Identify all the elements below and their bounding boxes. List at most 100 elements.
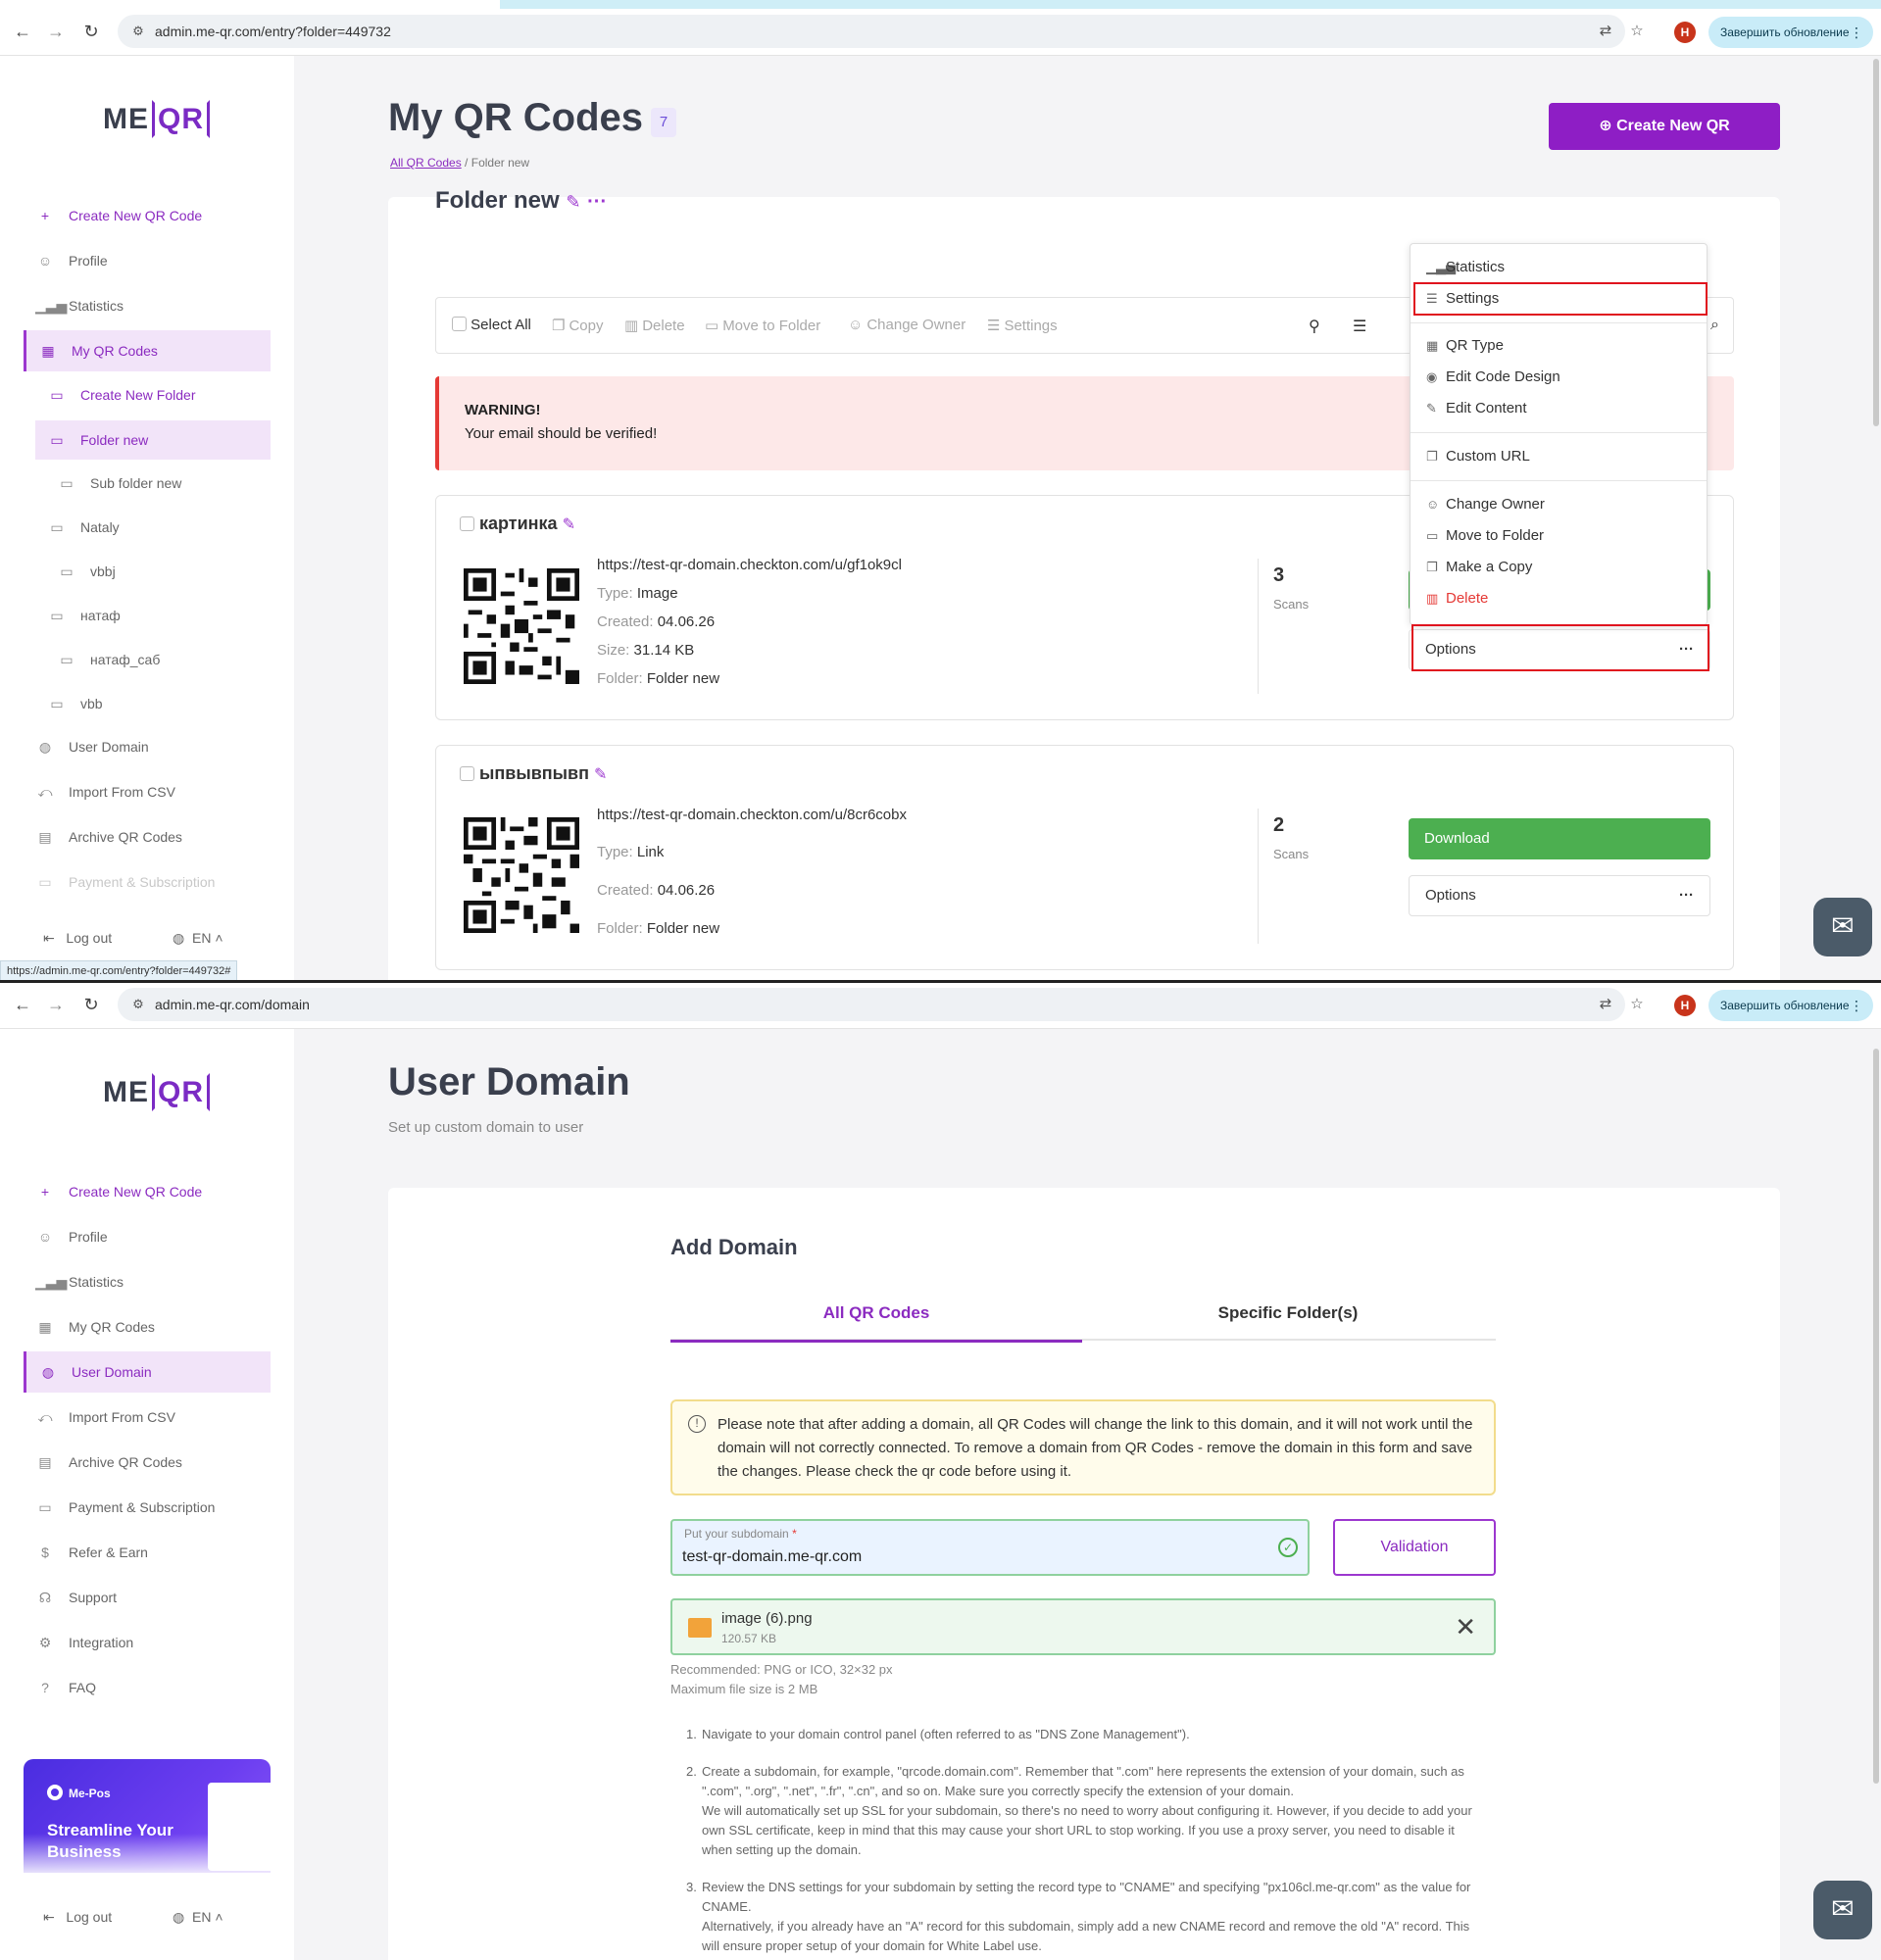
qr-url[interactable]: https://test-qr-domain.checkton.com/u/gf…: [597, 557, 902, 573]
sidebar-item-statistics[interactable]: ▁▃▅ Statistics: [24, 1261, 271, 1302]
more-dots-icon[interactable]: ···: [587, 191, 607, 213]
sidebar-item-payment[interactable]: ▭ Payment & Subscription: [24, 861, 271, 903]
sidebar: ME QR + Create New QR Code ☺ Profile ▁▃▅ Sta…: [0, 1029, 294, 1960]
menu-item-edit-content[interactable]: ✎ Edit Content: [1426, 397, 1527, 420]
user-domain-window: ← → ↻ ⚙ admin.me-qr.com/domain ⇄ ☆ H Зав…: [0, 982, 1881, 1960]
menu-item-make-copy[interactable]: ❐ Make a Copy: [1426, 556, 1532, 579]
update-browser-button[interactable]: Завершить обновление ⋮: [1708, 17, 1873, 48]
me-qr-logo[interactable]: ME QR: [103, 100, 210, 138]
language-selector[interactable]: ◍ EN ˄: [173, 1909, 223, 1926]
subdomain-input[interactable]: [682, 1546, 1231, 1568]
page-scrollbar[interactable]: [1873, 59, 1879, 426]
sidebar-folder-natadf-sab[interactable]: ▭ натаф_саб: [45, 640, 271, 679]
sidebar-item-user-domain[interactable]: ◍ User Domain: [24, 1351, 271, 1393]
site-info-icon[interactable]: ⚙: [129, 23, 147, 40]
sidebar-item-integration[interactable]: ⚙ Integration: [24, 1622, 271, 1663]
sidebar-item-archive[interactable]: ▤ Archive QR Codes: [24, 1442, 271, 1483]
menu-item-delete[interactable]: ▥ Delete: [1426, 587, 1488, 611]
sidebar-item-faq[interactable]: ? FAQ: [24, 1667, 271, 1708]
sidebar-item-refer[interactable]: $ Refer & Earn: [24, 1532, 271, 1573]
back-icon[interactable]: ←: [12, 994, 33, 1015]
mail-icon[interactable]: ✉: [1813, 898, 1872, 956]
edit-pencil-icon[interactable]: ✎: [594, 766, 607, 783]
page-scrollbar[interactable]: [1873, 1049, 1879, 1784]
sidebar-item-import-csv[interactable]: ⤺ Import From CSV: [24, 771, 271, 812]
site-info-icon[interactable]: ⚙: [129, 996, 147, 1013]
close-icon[interactable]: ✕: [1455, 1612, 1476, 1642]
sidebar-item-statistics[interactable]: ▁▃▅ Statistics: [24, 285, 271, 326]
folder-icon: ▭: [50, 432, 64, 448]
options-button[interactable]: Options ···: [1409, 875, 1710, 916]
qr-select-checkbox[interactable]: [460, 766, 474, 781]
sidebar-folder-new[interactable]: ▭ Folder new: [35, 420, 271, 460]
menu-item-change-owner[interactable]: ☺ Change Owner: [1426, 493, 1545, 516]
sidebar-create-folder[interactable]: ▭ Create New Folder: [35, 375, 271, 415]
user-swap-icon: ☺: [848, 317, 864, 333]
mail-icon[interactable]: ✉: [1813, 1881, 1872, 1939]
star-icon[interactable]: ☆: [1627, 22, 1647, 41]
sidebar-folder-nataly[interactable]: ▭ Nataly: [35, 508, 271, 547]
move-folder-action[interactable]: ▭ Move to Folder: [705, 317, 820, 334]
language-selector[interactable]: ◍ EN ˄: [173, 930, 223, 947]
sidebar-folder-natadf[interactable]: ▭ натаф: [35, 596, 271, 635]
sidebar-folder-vbb[interactable]: ▭ vbb: [35, 684, 271, 723]
tab-all-qr-codes[interactable]: All QR Codes: [670, 1294, 1082, 1343]
translate-icon[interactable]: ⇄: [1596, 22, 1615, 41]
forward-icon[interactable]: →: [45, 994, 67, 1015]
update-browser-button[interactable]: Завершить обновление ⋮: [1708, 990, 1873, 1021]
me-qr-logo[interactable]: ME QR: [103, 1073, 210, 1111]
sidebar-item-create-qr[interactable]: + Create New QR Code: [24, 195, 271, 236]
forward-icon[interactable]: →: [45, 21, 67, 42]
profile-avatar[interactable]: H: [1674, 22, 1696, 43]
sidebar-item-profile[interactable]: ☺ Profile: [24, 1216, 271, 1257]
sidebar-item-my-qr-codes[interactable]: ▦ My QR Codes: [24, 330, 271, 371]
sidebar-item-import-csv[interactable]: ⤺ Import From CSV: [24, 1396, 271, 1438]
menu-item-move-folder[interactable]: ▭ Move to Folder: [1426, 524, 1544, 548]
tab-specific-folders[interactable]: Specific Folder(s): [1082, 1294, 1494, 1341]
select-all-checkbox[interactable]: Select All: [452, 317, 531, 333]
reload-icon[interactable]: ↻: [80, 21, 102, 42]
address-bar[interactable]: ⚙ admin.me-qr.com/domain ⇄ ☆: [118, 988, 1644, 1021]
sidebar-folder-vbbj[interactable]: ▭ vbbj: [45, 552, 271, 591]
change-owner-action[interactable]: ☺ Change Owner: [848, 317, 965, 333]
qr-select-checkbox[interactable]: [460, 516, 474, 531]
search-icon[interactable]: ⌕: [1710, 317, 1719, 334]
menu-item-custom-url[interactable]: ❐ Custom URL: [1426, 445, 1530, 468]
settings-action[interactable]: ☰ Settings: [987, 317, 1058, 334]
edit-pencil-icon[interactable]: ✎: [563, 516, 575, 533]
sort-icon[interactable]: ☰: [1353, 317, 1366, 336]
me-pos-promo-banner[interactable]: Me-Pos Streamline Your Business: [24, 1759, 271, 1873]
subdomain-field[interactable]: Put your subdomain * ✓: [670, 1519, 1310, 1576]
translate-icon[interactable]: ⇄: [1596, 995, 1615, 1014]
qr-url[interactable]: https://test-qr-domain.checkton.com/u/8c…: [597, 807, 907, 823]
delete-action[interactable]: ▥ Delete: [624, 317, 685, 334]
download-button[interactable]: Download: [1409, 818, 1710, 859]
edit-pencil-icon[interactable]: ✎: [566, 192, 580, 212]
sidebar-sub-folder[interactable]: ▭ Sub folder new: [45, 464, 271, 503]
sidebar-item-payment[interactable]: ▭ Payment & Subscription: [24, 1487, 271, 1528]
menu-item-statistics[interactable]: ▁▃▅Statistics: [1426, 256, 1505, 279]
user-swap-icon: ☺: [1426, 497, 1440, 512]
validation-button[interactable]: Validation: [1333, 1519, 1496, 1576]
question-icon: ?: [41, 1680, 49, 1695]
create-new-qr-button[interactable]: ⊕ Create New QR: [1549, 103, 1780, 150]
logout-button[interactable]: ⇤ Log out: [43, 1909, 112, 1925]
breadcrumb-all-qr[interactable]: All QR Codes: [390, 156, 462, 170]
sidebar-item-create-qr[interactable]: + Create New QR Code: [24, 1171, 271, 1212]
coin-icon: $: [41, 1544, 49, 1560]
copy-action[interactable]: ❐ Copy: [552, 317, 603, 334]
sidebar-item-profile[interactable]: ☺ Profile: [24, 240, 271, 281]
star-icon[interactable]: ☆: [1627, 995, 1647, 1014]
sidebar-item-user-domain[interactable]: ◍ User Domain: [24, 726, 271, 767]
sidebar-item-archive[interactable]: ▤ Archive QR Codes: [24, 816, 271, 858]
profile-avatar[interactable]: H: [1674, 995, 1696, 1016]
reload-icon[interactable]: ↻: [80, 994, 102, 1015]
filter-icon[interactable]: ⚲: [1309, 317, 1320, 336]
menu-item-qr-type[interactable]: ▦ QR Type: [1426, 334, 1504, 358]
sidebar-item-support[interactable]: ☊ Support: [24, 1577, 271, 1618]
back-icon[interactable]: ←: [12, 21, 33, 42]
menu-item-edit-design[interactable]: ◉ Edit Code Design: [1426, 366, 1560, 389]
address-bar[interactable]: ⚙ admin.me-qr.com/entry?folder=449732 ⇄ …: [118, 15, 1644, 48]
sidebar-item-my-qr-codes[interactable]: ▦ My QR Codes: [24, 1306, 271, 1348]
logout-button[interactable]: ⇤ Log out: [43, 930, 112, 946]
